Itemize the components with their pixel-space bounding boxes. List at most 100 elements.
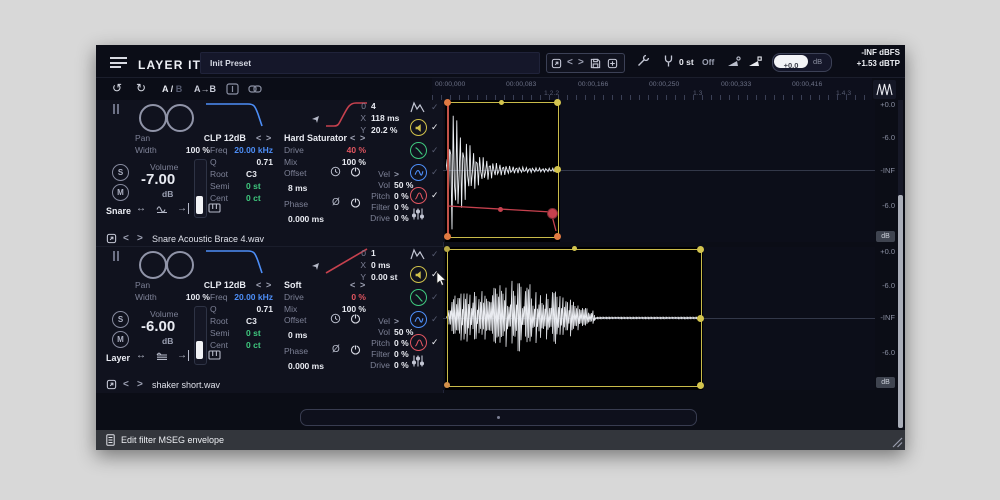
freq-value[interactable]: 20.00 kHz: [214, 292, 273, 302]
envelope-point[interactable]: [444, 382, 450, 388]
root-value[interactable]: C3: [246, 316, 257, 326]
audition-horn-b-icon[interactable]: [747, 54, 763, 69]
envelope-point[interactable]: [697, 382, 704, 389]
next-preset-button[interactable]: >: [578, 57, 584, 68]
envelope-point[interactable]: [554, 233, 561, 240]
mseg-envelope-icon[interactable]: [410, 248, 425, 261]
vol-env-value[interactable]: 50 %: [394, 327, 413, 337]
semi-value[interactable]: 0 st: [246, 181, 261, 191]
mute-button[interactable]: M: [112, 331, 129, 348]
point-x-value[interactable]: 0 ms: [371, 260, 390, 270]
filter-env-value[interactable]: 0 %: [394, 202, 409, 212]
filter-prev[interactable]: <: [256, 133, 261, 143]
envelope-point[interactable]: [499, 100, 504, 105]
zoom-waveform-icon[interactable]: [873, 80, 896, 99]
filter-type[interactable]: LP 12dB: [210, 133, 246, 143]
volume-fader-thumb[interactable]: [196, 196, 203, 214]
prev-preset-button[interactable]: <: [567, 57, 573, 68]
saturator-type[interactable]: Soft: [284, 280, 302, 290]
point-x-value[interactable]: 118 ms: [371, 113, 399, 123]
waveform-editor-1[interactable]: [443, 100, 875, 242]
pitch-envelope-check[interactable]: ✓: [431, 145, 439, 156]
ab-toggle[interactable]: A / B: [162, 84, 182, 94]
volume-value[interactable]: -6.00: [141, 318, 175, 335]
audition-horn-a-icon[interactable]: [726, 54, 742, 69]
sample-file-name[interactable]: shaker short.wav: [152, 380, 220, 390]
vol-env-value[interactable]: 50 %: [394, 180, 413, 190]
mseg-check[interactable]: ✓: [431, 102, 439, 113]
envelope-point[interactable]: [697, 246, 704, 253]
vertical-scrollbar[interactable]: [898, 100, 903, 428]
phase-invert-icon[interactable]: Ø: [332, 197, 340, 208]
q-value[interactable]: 0.71: [214, 157, 273, 167]
prev-sample-button[interactable]: <: [123, 233, 129, 244]
pitch-envelope-check[interactable]: ✓: [431, 292, 439, 303]
preset-field[interactable]: Init Preset: [200, 52, 540, 74]
drive-envelope-icon[interactable]: [410, 334, 427, 351]
copy-a-to-b-button[interactable]: A→B: [194, 84, 216, 94]
drive-env-value[interactable]: 0 %: [394, 360, 409, 370]
drive-envelope-point[interactable]: [498, 207, 503, 212]
waveform-mode-icon[interactable]: [156, 352, 168, 361]
next-sample-button[interactable]: >: [137, 379, 143, 390]
solo-button[interactable]: S: [112, 311, 129, 328]
envelope-point[interactable]: [444, 99, 451, 106]
envelope-point[interactable]: [554, 99, 561, 106]
browse-preset-icon[interactable]: [551, 58, 562, 69]
phase-value[interactable]: 0.000 ms: [288, 361, 324, 371]
vol-envelope-check[interactable]: ✓: [431, 122, 439, 133]
pitch-env-value[interactable]: 0 %: [394, 338, 409, 348]
pitch-envelope-icon[interactable]: [410, 289, 427, 306]
resize-handle[interactable]: [891, 436, 903, 448]
filter-envelope-check[interactable]: ✓: [431, 314, 439, 325]
loop-mode-icon[interactable]: ↔: [136, 350, 146, 361]
drive-env-value[interactable]: 0 %: [394, 213, 409, 223]
point-y-value[interactable]: 20.2 %: [371, 125, 397, 135]
prev-sample-button[interactable]: <: [123, 379, 129, 390]
envelope-point[interactable]: [444, 246, 450, 252]
offset-clock-icon[interactable]: [330, 313, 341, 324]
volume-value[interactable]: -7.00: [141, 171, 175, 188]
mseg-check[interactable]: ✓: [431, 249, 439, 260]
filter-curve[interactable]: [204, 100, 272, 128]
filter-next[interactable]: >: [266, 133, 271, 143]
root-value[interactable]: C3: [246, 169, 257, 179]
output-gain-thumb[interactable]: +0.0: [774, 55, 808, 68]
save-preset-icon[interactable]: [590, 58, 601, 69]
solo-button[interactable]: S: [112, 164, 129, 181]
panel-toggle-icon[interactable]: [226, 83, 239, 95]
filter-envelope-icon[interactable]: [410, 164, 427, 181]
drive-value[interactable]: 40 %: [304, 145, 366, 155]
offset-value[interactable]: 0 ms: [288, 330, 307, 340]
drive-envelope-line[interactable]: [443, 100, 875, 242]
output-gain-slider[interactable]: +0.0 dB: [772, 53, 832, 72]
drag-grip-icon[interactable]: [112, 103, 120, 115]
redo-icon[interactable]: ↻: [136, 81, 146, 95]
retrigger-cursor-icon[interactable]: [311, 115, 320, 123]
cent-value[interactable]: 0 ct: [246, 193, 261, 203]
snap-end-icon[interactable]: →: [177, 350, 189, 361]
pitch-envelope-icon[interactable]: [410, 142, 427, 159]
point-y-value[interactable]: 0.00 st: [371, 272, 397, 282]
drive-envelope-check[interactable]: ✓: [431, 337, 439, 348]
tools-wrench-icon[interactable]: [636, 54, 650, 68]
envelope-point[interactable]: [444, 233, 451, 240]
envelope-point[interactable]: [554, 166, 561, 173]
semi-value[interactable]: 0 st: [246, 328, 261, 338]
sample-file-name[interactable]: Snare Acoustic Brace 4.wav: [152, 234, 264, 244]
drive-envelope-check[interactable]: ✓: [431, 190, 439, 201]
envelope-region-box[interactable]: [447, 249, 702, 387]
filter-prev[interactable]: <: [256, 280, 261, 290]
filter-envelope-icon[interactable]: [410, 311, 427, 328]
width-knob[interactable]: [166, 104, 194, 132]
waveform-editor-2[interactable]: [443, 247, 875, 390]
offset-clock-icon[interactable]: [330, 166, 341, 177]
saturator-type[interactable]: Hard Saturator: [284, 133, 347, 143]
filter-curve[interactable]: [204, 247, 272, 275]
envelope-point[interactable]: [697, 315, 704, 322]
browse-sample-icon[interactable]: [106, 233, 117, 244]
phase-invert-icon[interactable]: Ø: [332, 344, 340, 355]
horizontal-zoom-scrollbar[interactable]: [300, 409, 697, 426]
time-ruler[interactable]: 00:00,000 00:00,083 00:00,166 00:00,250 …: [432, 78, 872, 101]
filter-env-value[interactable]: 0 %: [394, 349, 409, 359]
